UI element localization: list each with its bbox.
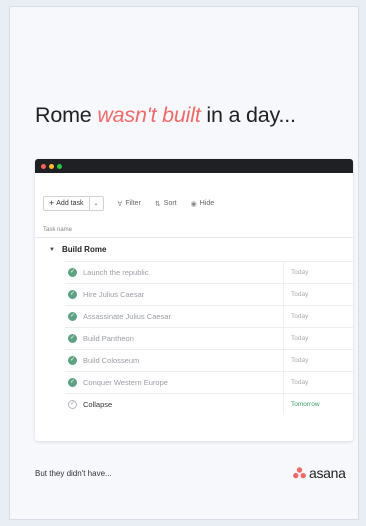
task-name: Hire Julius Caesar	[83, 290, 145, 299]
task-due-date[interactable]: Today	[283, 372, 353, 393]
task-due-date[interactable]: Today	[283, 328, 353, 349]
task-row[interactable]: ✓ Launch the republic Today	[65, 261, 353, 283]
filter-label: Filter	[125, 200, 141, 207]
task-name: Launch the republic	[83, 268, 149, 277]
empty-check-circle-icon[interactable]: ✓	[68, 400, 77, 409]
window-titlebar	[35, 159, 353, 173]
headline-accent: wasn't built	[97, 103, 201, 127]
task-row[interactable]: ✓ Assassinate Julius Caesar Today	[65, 305, 353, 327]
hide-label: Hide	[199, 200, 215, 207]
task-due-date[interactable]: Today	[283, 284, 353, 305]
minimize-window-dot[interactable]	[49, 163, 54, 169]
chevron-down-icon[interactable]: ⌄	[88, 197, 103, 210]
sort-button[interactable]: ⇅ Sort	[155, 200, 177, 208]
task-due-date[interactable]: Today	[283, 306, 353, 327]
filter-button[interactable]: ∀ Filter	[118, 200, 141, 208]
section-header[interactable]: ▼ Build Rome	[49, 245, 106, 254]
checkmark-circle-icon[interactable]: ✓	[68, 312, 77, 321]
tagline: But they didn't have...	[35, 469, 112, 478]
filter-icon: ∀	[117, 200, 123, 208]
task-name: Conquer Western Europe	[83, 378, 168, 387]
brand-name: asana	[309, 465, 346, 481]
triangle-down-icon[interactable]: ▼	[49, 247, 55, 253]
task-name: Assassinate Julius Caesar	[83, 312, 171, 321]
asana-logo-icon	[293, 467, 306, 479]
task-row[interactable]: ✓ Hire Julius Caesar Today	[65, 283, 353, 305]
hide-icon: ◉	[190, 200, 197, 208]
hide-button[interactable]: ◉ Hide	[191, 200, 215, 208]
advertisement: Rome wasn't built in a day... + Add task…	[9, 6, 359, 520]
task-due-date[interactable]: Today	[283, 262, 353, 283]
task-row[interactable]: ✓ Build Colosseum Today	[65, 349, 353, 371]
header-divider	[35, 237, 353, 238]
headline-end: in a day...	[200, 103, 296, 127]
checkmark-circle-icon[interactable]: ✓	[68, 378, 77, 387]
add-task-button[interactable]: + Add task ⌄	[43, 196, 104, 211]
section-title: Build Rome	[61, 245, 107, 254]
task-row[interactable]: ✓ Conquer Western Europe Today	[65, 371, 353, 393]
column-header-task-name: Task name	[43, 227, 73, 233]
checkmark-circle-icon[interactable]: ✓	[68, 334, 77, 343]
task-due-date[interactable]: Today	[283, 350, 353, 371]
task-name: Collapse	[83, 400, 113, 409]
task-list: ✓ Launch the republic Today ✓ Hire Juliu…	[65, 261, 353, 415]
task-due-date[interactable]: Tomorrow	[283, 394, 353, 415]
plus-icon: +	[49, 198, 55, 208]
checkmark-circle-icon[interactable]: ✓	[68, 268, 77, 277]
task-row[interactable]: ✓ Build Pantheon Today	[65, 327, 353, 349]
checkmark-circle-icon[interactable]: ✓	[68, 290, 77, 299]
sort-icon: ⇅	[154, 200, 161, 208]
sort-label: Sort	[163, 200, 177, 207]
close-window-dot[interactable]	[41, 163, 46, 169]
maximize-window-dot[interactable]	[57, 163, 62, 169]
asana-logo[interactable]: asana	[293, 465, 346, 481]
headline-start: Rome	[35, 103, 98, 127]
task-name: Build Colosseum	[83, 356, 140, 365]
headline: Rome wasn't built in a day...	[35, 103, 296, 128]
task-row[interactable]: ✓ Collapse Tomorrow	[65, 393, 353, 415]
add-task-label: Add task	[56, 200, 84, 207]
checkmark-circle-icon[interactable]: ✓	[68, 356, 77, 365]
task-name: Build Pantheon	[83, 334, 134, 343]
toolbar: + Add task ⌄ ∀ Filter ⇅ Sort ◉ Hide	[43, 196, 214, 211]
app-window: + Add task ⌄ ∀ Filter ⇅ Sort ◉ Hide Task…	[35, 159, 353, 441]
